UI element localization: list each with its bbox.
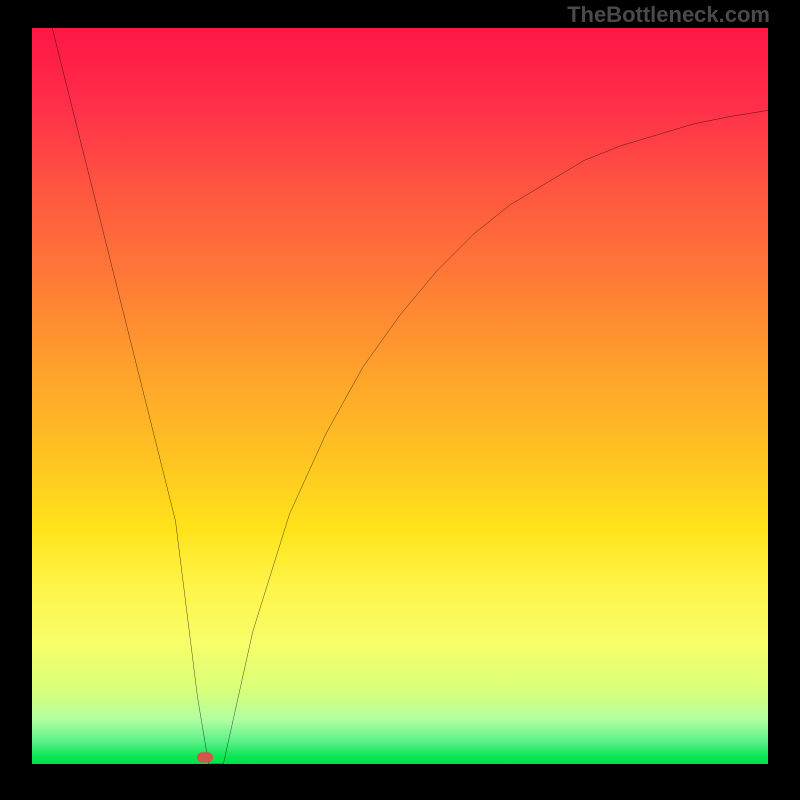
- chart-marker: [197, 752, 213, 762]
- chart-curve: [50, 28, 768, 764]
- chart-frame: TheBottleneck.com: [0, 0, 800, 800]
- watermark-text: TheBottleneck.com: [567, 2, 770, 28]
- chart-svg: [32, 28, 768, 764]
